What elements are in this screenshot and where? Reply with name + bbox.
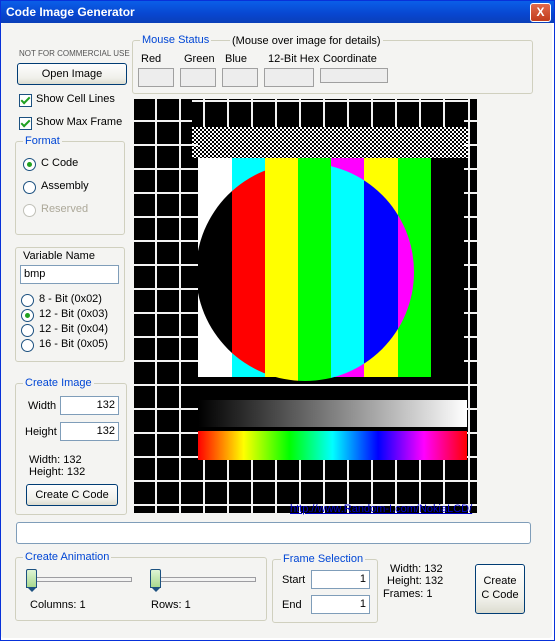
height-input[interactable]: 132 [60, 422, 119, 441]
format-assembly-label[interactable]: Assembly [41, 180, 89, 192]
commercial-notice: NOT FOR COMMERCIAL USE [19, 49, 130, 58]
bit16-radio[interactable] [21, 339, 34, 352]
close-button[interactable]: X [530, 3, 551, 22]
end-input[interactable]: 1 [311, 595, 370, 614]
variable-name-title: Variable Name [23, 250, 95, 262]
image-width-info: Width: 132 [29, 454, 82, 466]
create-c-code-small-button[interactable]: Create C Code [26, 484, 118, 506]
format-group: Format C Code Assembly Reserved [15, 135, 125, 235]
height-label: Height [25, 426, 57, 438]
gray-gradient [198, 400, 467, 427]
columns-label: Columns: 1 [30, 599, 86, 611]
create-c-code-line2: C Code [481, 589, 519, 601]
test-pattern [134, 99, 477, 513]
bit16-label[interactable]: 16 - Bit (0x05) [39, 338, 108, 350]
green-value-box [180, 68, 216, 87]
start-label: Start [282, 574, 306, 586]
create-animation-group: Create Animation Columns: 1 Rows: 1 [15, 551, 267, 621]
red-label: Red [141, 53, 162, 65]
format-c-code-radio[interactable] [23, 158, 36, 171]
create-image-group: Create Image Width 132 Height 132 Width:… [15, 377, 127, 515]
mouse-status-legend: Mouse Status [140, 34, 212, 46]
blue-value-box [222, 68, 258, 87]
rows-slider-thumb[interactable] [150, 569, 161, 592]
blue-label: Blue [225, 53, 248, 65]
status-field[interactable] [16, 522, 531, 544]
bit12-04-radio[interactable] [21, 324, 34, 337]
rainbow-gradient [198, 431, 467, 460]
show-cell-lines-checkbox[interactable] [19, 94, 32, 107]
rows-slider-track[interactable] [150, 577, 256, 582]
window-title: Code Image Generator [6, 5, 135, 19]
summary-frames: Frames: 1 [383, 588, 433, 600]
format-c-code-label[interactable]: C Code [41, 157, 78, 169]
client-area: NOT FOR COMMERCIAL USE Open Image Show C… [1, 23, 554, 640]
bit12-04-label[interactable]: 12 - Bit (0x04) [39, 323, 108, 335]
start-input[interactable]: 1 [311, 570, 370, 589]
website-link[interactable]: http://www.Random-I.com/NokiaLCD/ [290, 503, 472, 515]
title-bar[interactable]: Code Image Generator X [1, 1, 554, 23]
mouse-status-hint: (Mouse over image for details) [230, 35, 383, 47]
hex-label: 12-Bit Hex [268, 53, 320, 65]
image-height-info: Height: 132 [29, 466, 86, 478]
hex-value-box [264, 68, 314, 87]
summary-height: Height: 132 [387, 575, 444, 587]
show-max-frame-label[interactable]: Show Max Frame [36, 116, 122, 128]
columns-slider-thumb[interactable] [26, 569, 37, 592]
checker-band [192, 127, 468, 158]
bit8-label[interactable]: 8 - Bit (0x02) [39, 293, 102, 305]
coordinate-value-box [320, 68, 388, 83]
summary-width: Width: 132 [390, 563, 443, 575]
red-value-box [138, 68, 174, 87]
create-c-code-line1: Create [483, 575, 517, 587]
bit12-03-radio[interactable] [21, 309, 34, 322]
image-preview[interactable] [134, 99, 477, 513]
show-cell-lines-label[interactable]: Show Cell Lines [36, 93, 115, 105]
green-label: Green [184, 53, 215, 65]
rows-label: Rows: 1 [151, 599, 191, 611]
format-legend: Format [23, 135, 62, 147]
width-input[interactable]: 132 [60, 396, 119, 415]
coordinate-label: Coordinate [323, 53, 377, 65]
create-c-code-button[interactable]: Create C Code [475, 564, 525, 614]
bit8-radio[interactable] [21, 294, 34, 307]
open-image-button[interactable]: Open Image [17, 63, 127, 85]
show-max-frame-checkbox[interactable] [19, 117, 32, 130]
app-window: Code Image Generator X NOT FOR COMMERCIA… [0, 0, 555, 641]
variable-name-input[interactable]: bmp [20, 265, 119, 284]
frame-selection-legend: Frame Selection [281, 553, 366, 565]
columns-slider-track[interactable] [26, 577, 132, 582]
create-animation-legend: Create Animation [23, 551, 112, 563]
create-image-legend: Create Image [23, 377, 94, 389]
width-label: Width [28, 400, 57, 412]
format-assembly-radio[interactable] [23, 181, 36, 194]
end-label: End [282, 599, 302, 611]
variable-group: Variable Name bmp 8 - Bit (0x02) 12 - Bi… [15, 247, 125, 362]
format-reserved-radio [23, 204, 36, 217]
bit12-03-label[interactable]: 12 - Bit (0x03) [39, 308, 108, 320]
format-reserved-label: Reserved [41, 203, 89, 215]
frame-selection-group: Frame Selection Start 1 End 1 [272, 553, 378, 623]
mouse-status-group: Mouse Status (Mouse over image for detai… [132, 34, 533, 94]
